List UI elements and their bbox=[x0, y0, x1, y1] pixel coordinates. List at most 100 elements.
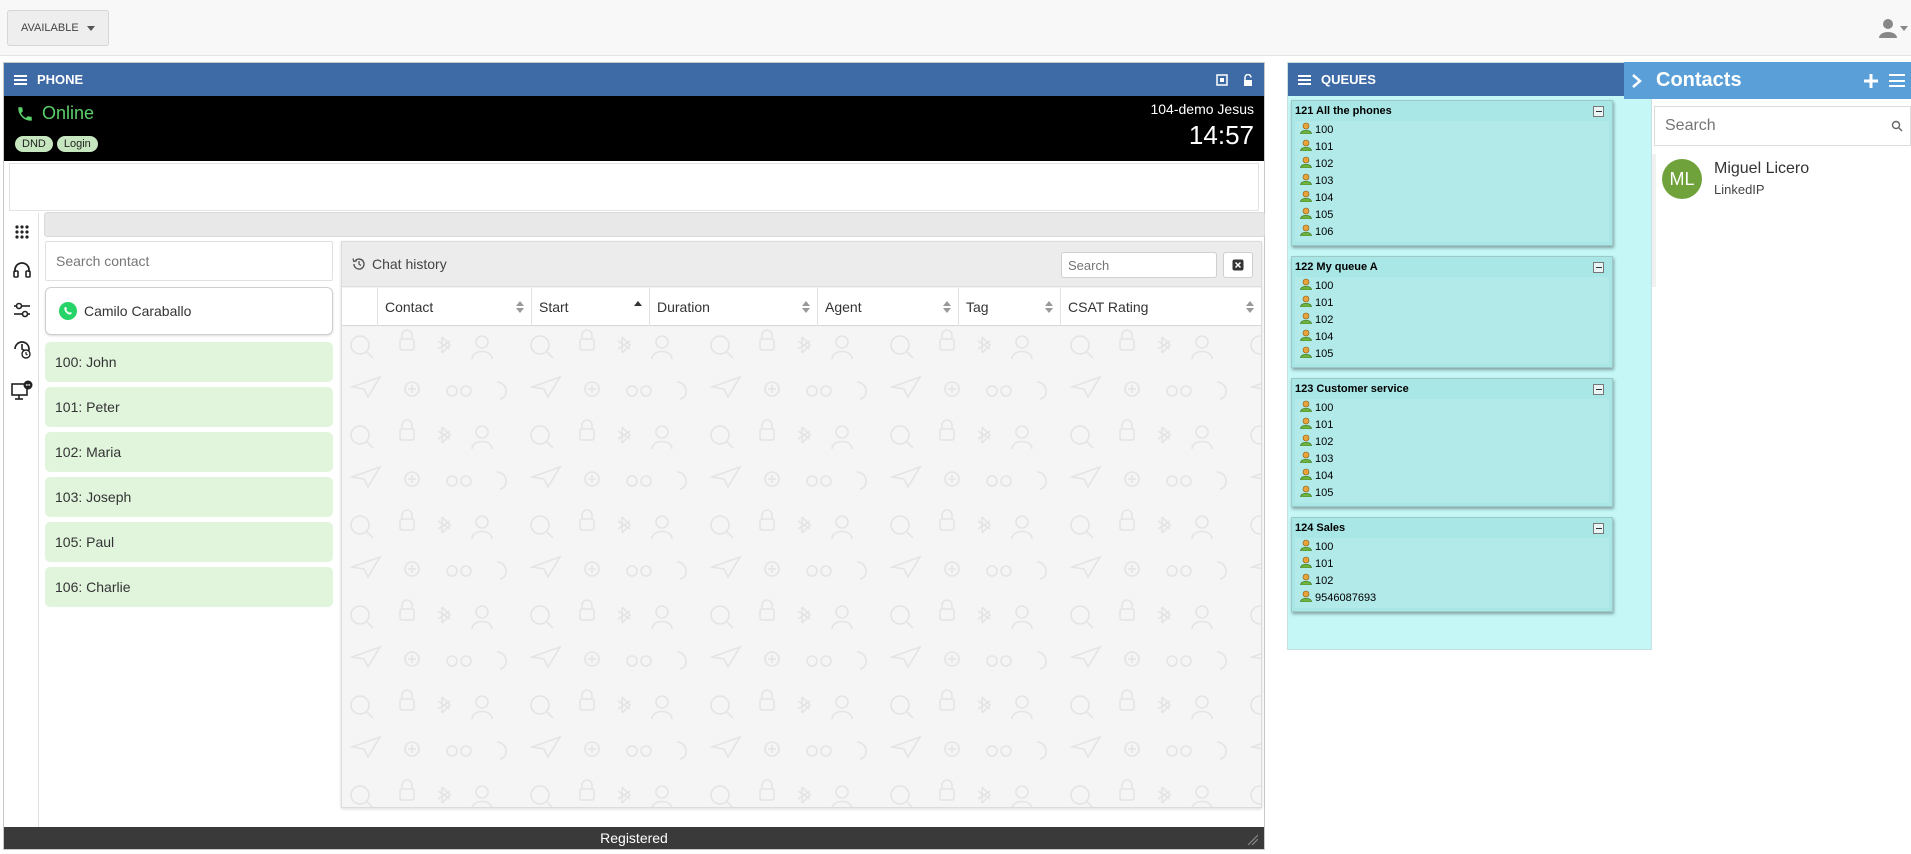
queue-member[interactable]: 101 bbox=[1295, 138, 1609, 155]
collapse-icon[interactable] bbox=[1593, 262, 1604, 273]
column-label: Contact bbox=[385, 299, 434, 315]
column-agent[interactable]: Agent bbox=[818, 288, 959, 326]
column-tag[interactable]: Tag bbox=[959, 288, 1061, 326]
agent-icon bbox=[1300, 173, 1312, 188]
queue-member[interactable]: 104 bbox=[1295, 467, 1609, 484]
contact-card[interactable]: ML Miguel Licero LinkedIP bbox=[1662, 154, 1911, 214]
availability-label: AVAILABLE bbox=[21, 22, 79, 34]
queue-member[interactable]: 101 bbox=[1295, 555, 1609, 572]
agent-icon bbox=[1300, 156, 1312, 171]
sliders-icon[interactable] bbox=[11, 299, 33, 321]
phone-header: PHONE bbox=[4, 63, 1264, 96]
queue-member[interactable]: 100 bbox=[1295, 277, 1609, 294]
queue-member[interactable]: 105 bbox=[1295, 345, 1609, 362]
add-contact-icon[interactable] bbox=[1863, 73, 1879, 89]
queue-box: 124 Sales 100 101 102 9546087693 bbox=[1291, 517, 1613, 612]
column-csat-rating[interactable]: CSAT Rating bbox=[1061, 288, 1261, 326]
contacts-menu-icon[interactable] bbox=[1889, 74, 1905, 87]
call-history-icon[interactable] bbox=[11, 338, 33, 360]
queues-header: QUEUES bbox=[1288, 63, 1651, 96]
unlock-icon[interactable] bbox=[1242, 73, 1254, 86]
column-start[interactable]: Start bbox=[532, 288, 650, 326]
list-item[interactable]: 100: John bbox=[45, 342, 333, 382]
chat-history-search-input[interactable] bbox=[1061, 252, 1217, 278]
chat-history-panel: Chat history Contact Start Duration Agen… bbox=[341, 241, 1262, 808]
dial-area[interactable] bbox=[9, 163, 1259, 211]
list-item[interactable]: 103: Joseph bbox=[45, 477, 333, 517]
member-extension: 102 bbox=[1315, 574, 1334, 587]
availability-dropdown[interactable]: AVAILABLE bbox=[7, 10, 109, 46]
online-label: Online bbox=[42, 103, 95, 123]
contact-label: 105: Paul bbox=[55, 534, 115, 550]
queue-member[interactable]: 104 bbox=[1295, 189, 1609, 206]
queue-member[interactable]: 103 bbox=[1295, 450, 1609, 467]
call-status-bar: Online DND Login 104-demo Jesus 14:57 bbox=[4, 96, 1264, 161]
queue-member[interactable]: 102 bbox=[1295, 311, 1609, 328]
member-extension: 104 bbox=[1315, 330, 1334, 343]
select-column[interactable] bbox=[342, 288, 378, 326]
queue-member[interactable]: 100 bbox=[1295, 538, 1609, 555]
queue-member[interactable]: 101 bbox=[1295, 416, 1609, 433]
list-item[interactable]: 102: Maria bbox=[45, 432, 333, 472]
sort-icon bbox=[943, 301, 951, 313]
collapse-icon[interactable] bbox=[1593, 106, 1604, 117]
queue-box: 121 All the phones 100 101 102 103 104 105 106 bbox=[1291, 100, 1613, 246]
user-menu[interactable] bbox=[1879, 16, 1911, 40]
screen-chat-icon[interactable] bbox=[11, 379, 33, 401]
dnd-button[interactable]: DND bbox=[15, 136, 53, 152]
queue-member[interactable]: 104 bbox=[1295, 328, 1609, 345]
headset-icon[interactable] bbox=[11, 259, 33, 281]
contacts-search-input[interactable] bbox=[1654, 106, 1911, 146]
phone-icon bbox=[18, 106, 32, 121]
agent-icon bbox=[1300, 278, 1312, 293]
list-item[interactable]: 101: Peter bbox=[45, 387, 333, 427]
member-extension: 105 bbox=[1315, 347, 1334, 360]
agent-icon bbox=[1300, 417, 1312, 432]
left-rail bbox=[4, 213, 39, 829]
queue-member[interactable]: 102 bbox=[1295, 155, 1609, 172]
member-extension: 105 bbox=[1315, 486, 1334, 499]
login-button[interactable]: Login bbox=[56, 136, 98, 152]
whatsapp-contact[interactable]: Camilo Caraballo bbox=[45, 287, 333, 335]
queue-member[interactable]: 106 bbox=[1295, 223, 1609, 240]
queue-member[interactable]: 102 bbox=[1295, 572, 1609, 589]
agent-icon bbox=[1300, 190, 1312, 205]
menu-icon[interactable] bbox=[1298, 74, 1311, 85]
queue-member[interactable]: 9546087693 bbox=[1295, 589, 1609, 606]
queue-member[interactable]: 100 bbox=[1295, 399, 1609, 416]
search-contact-input[interactable] bbox=[45, 241, 333, 281]
member-extension: 103 bbox=[1315, 452, 1334, 465]
queue-member[interactable]: 103 bbox=[1295, 172, 1609, 189]
popout-icon[interactable] bbox=[1216, 73, 1228, 86]
menu-icon[interactable] bbox=[14, 74, 27, 85]
collapse-icon[interactable] bbox=[1593, 523, 1604, 534]
list-item[interactable]: 105: Paul bbox=[45, 522, 333, 562]
chat-history-title: Chat history bbox=[372, 256, 447, 272]
member-extension: 105 bbox=[1315, 208, 1334, 221]
queue-member[interactable]: 105 bbox=[1295, 484, 1609, 501]
collapse-button[interactable] bbox=[1624, 62, 1650, 99]
column-label: Start bbox=[539, 299, 569, 315]
queue-member[interactable]: 101 bbox=[1295, 294, 1609, 311]
queue-member[interactable]: 102 bbox=[1295, 433, 1609, 450]
whatsapp-contact-name: Camilo Caraballo bbox=[84, 303, 192, 319]
column-duration[interactable]: Duration bbox=[650, 288, 818, 326]
collapse-icon[interactable] bbox=[1593, 384, 1604, 395]
column-label: Duration bbox=[657, 299, 710, 315]
agent-icon bbox=[1300, 139, 1312, 154]
resize-grip-icon[interactable] bbox=[1246, 833, 1258, 845]
list-item[interactable]: 106: Charlie bbox=[45, 567, 333, 607]
queue-box: 123 Customer service 100 101 102 103 104 105 bbox=[1291, 378, 1613, 507]
member-extension: 101 bbox=[1315, 418, 1334, 431]
user-icon bbox=[1879, 19, 1897, 38]
toolbar-strip bbox=[44, 212, 1265, 237]
contact-label: 101: Peter bbox=[55, 399, 120, 415]
clear-search-button[interactable] bbox=[1223, 252, 1253, 278]
agent-icon bbox=[1300, 434, 1312, 449]
agent-icon bbox=[1300, 295, 1312, 310]
queue-member[interactable]: 100 bbox=[1295, 121, 1609, 138]
column-contact[interactable]: Contact bbox=[378, 288, 532, 326]
dialpad-icon[interactable] bbox=[11, 221, 33, 243]
queue-member[interactable]: 105 bbox=[1295, 206, 1609, 223]
search-icon[interactable] bbox=[1891, 120, 1903, 132]
